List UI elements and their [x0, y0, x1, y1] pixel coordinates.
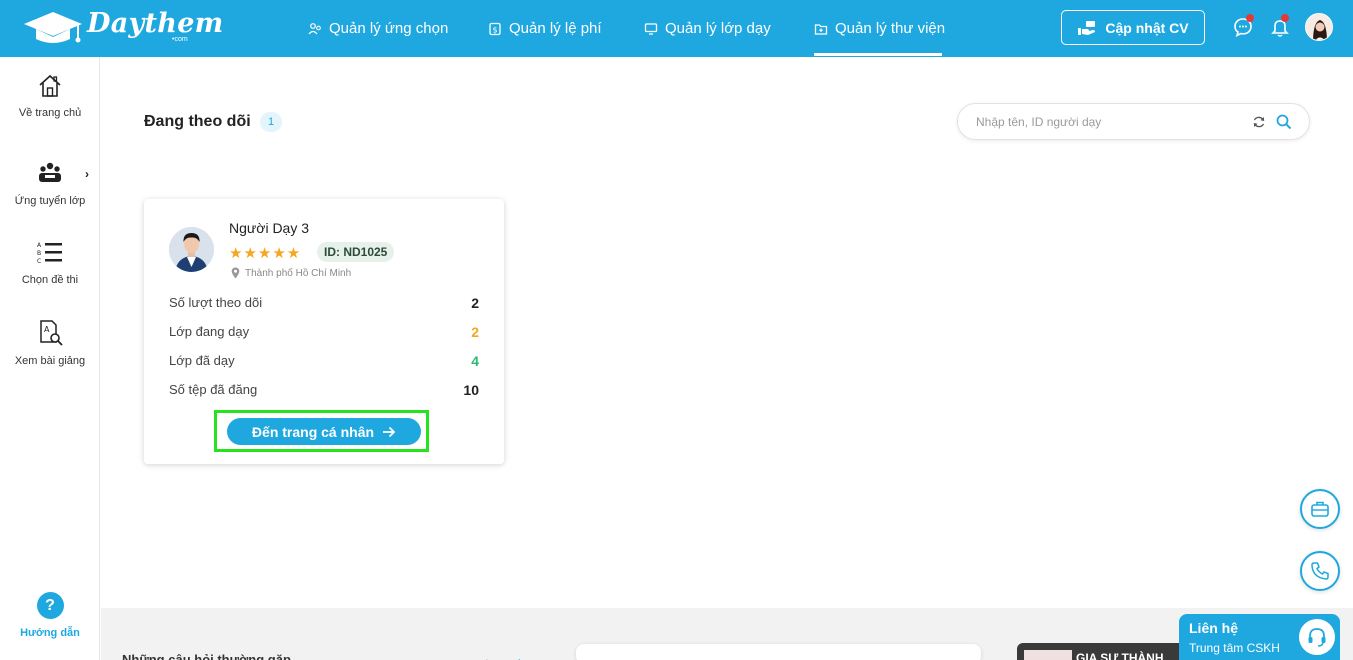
hand-money-icon	[1078, 20, 1096, 35]
stat-label: Lớp đang dạy	[169, 324, 250, 339]
nav-label: Quản lý lớp dạy	[665, 20, 771, 37]
nav-label: Quản lý ứng chọn	[329, 20, 449, 37]
teacher-card: Người Dạy 3 ★★★★★ ID: ND1025 Thành phố H…	[144, 199, 504, 464]
active-nav-indicator	[814, 53, 942, 56]
folder-icon	[814, 23, 828, 35]
stat-value: 10	[463, 382, 479, 398]
sidebar-item-label: Xem bài giảng	[14, 355, 86, 367]
nav-label: Quản lý lệ phí	[509, 20, 602, 37]
following-count-badge: 1	[260, 112, 282, 132]
home-icon	[39, 74, 61, 97]
sidebar-item-label: Ứng tuyển lớp	[14, 195, 86, 207]
teacher-photo	[169, 227, 214, 272]
faq-title: Những câu hỏi thường gặp	[122, 652, 291, 660]
phone-float-button[interactable]	[1300, 551, 1340, 591]
stat-row-current-classes: Lớp đang dạy 2	[169, 324, 479, 344]
sidebar-item-lessons[interactable]: A Xem bài giảng	[0, 319, 100, 367]
notification-dot	[1281, 14, 1289, 22]
stat-value: 2	[471, 324, 479, 340]
stat-label: Số lượt theo dõi	[169, 295, 263, 310]
nav-item-classes[interactable]: Quản lý lớp dạy	[644, 0, 771, 57]
stat-row-files: Số tệp đã đăng 10	[169, 382, 479, 402]
search-icon[interactable]	[1276, 114, 1292, 130]
chat-notification-dot	[1246, 14, 1254, 22]
sidebar-item-label: Chọn đề thi	[21, 274, 79, 286]
chevron-right-icon[interactable]: ›	[85, 167, 89, 181]
teacher-avatar[interactable]	[169, 227, 214, 272]
update-cv-label: Cập nhật CV	[1105, 19, 1189, 36]
search-bar	[957, 103, 1310, 140]
users-icon	[308, 22, 321, 34]
logo-subtext: •com	[172, 36, 188, 43]
sidebar: Về trang chủ Ứng tuyển lớp › ABC Chọn đề…	[0, 57, 100, 660]
stat-value: 2	[471, 295, 479, 311]
list-abc-icon: ABC	[37, 242, 62, 265]
sidebar-item-exam[interactable]: ABC Chọn đề thi	[0, 240, 100, 286]
top-header: Daythem •com Quản lý ứng chọn $ Quản lý …	[0, 0, 1353, 57]
nav-item-fees[interactable]: $ Quản lý lệ phí	[488, 0, 602, 57]
svg-text:$: $	[492, 25, 497, 34]
logo[interactable]: Daythem •com	[22, 8, 223, 48]
headset-button[interactable]	[1297, 617, 1337, 657]
sidebar-item-help[interactable]: ? Hướng dẫn	[0, 592, 100, 639]
location-pin-icon	[231, 267, 240, 279]
promo-thumbnail	[1024, 650, 1072, 660]
contact-widget[interactable]: Liên hệ Trung tâm CSKH	[1179, 614, 1340, 660]
svg-text:C: C	[37, 258, 41, 265]
help-icon: ?	[36, 592, 64, 619]
monitor-icon	[644, 22, 658, 35]
svg-text:A: A	[44, 325, 50, 334]
refresh-icon[interactable]	[1252, 115, 1266, 129]
briefcase-icon	[1311, 501, 1329, 517]
document-search-icon: A	[40, 320, 63, 346]
svg-text:A: A	[37, 242, 42, 249]
stat-value: 4	[471, 353, 479, 369]
pager-prev-button[interactable]: ‹	[484, 654, 488, 660]
group-icon	[39, 162, 61, 182]
graduation-cap-icon	[24, 12, 82, 43]
sidebar-item-label: Về trang chủ	[18, 107, 82, 119]
stat-row-past-classes: Lớp đã dạy 4	[169, 353, 479, 373]
location-text: Thành phố Hồ Chí Minh	[245, 267, 352, 279]
update-cv-button[interactable]: Cập nhật CV	[1061, 10, 1205, 45]
stat-row-followers: Số lượt theo dõi 2	[169, 295, 479, 315]
profile-button-label: Đến trang cá nhân	[251, 423, 375, 440]
nav-label: Quản lý thư viện	[835, 20, 946, 37]
contact-title: Liên hệ	[1189, 620, 1239, 636]
pager-next-button[interactable]: ›	[518, 654, 522, 660]
user-avatar-image	[1306, 14, 1332, 40]
headset-icon	[1308, 628, 1326, 647]
promo-text: GIA SƯ THÀNH	[1076, 651, 1164, 660]
stat-label: Số tệp đã đăng	[169, 382, 258, 397]
svg-text:B: B	[37, 250, 41, 257]
logo-text: Daythem	[87, 8, 224, 39]
nav-item-library[interactable]: Quản lý thư viện	[814, 0, 945, 57]
faq-card	[576, 644, 981, 660]
go-to-profile-button[interactable]: Đến trang cá nhân	[227, 418, 421, 445]
user-avatar[interactable]	[1305, 13, 1333, 41]
stat-label: Lớp đã dạy	[169, 353, 235, 368]
fee-icon: $	[489, 22, 501, 35]
page-title: Đang theo dõi	[144, 113, 251, 130]
search-input[interactable]	[976, 113, 1246, 131]
teacher-location: Thành phố Hồ Chí Minh	[231, 267, 351, 279]
teacher-name[interactable]: Người Dạy 3	[229, 220, 309, 236]
phone-icon	[1311, 562, 1329, 580]
briefcase-float-button[interactable]	[1300, 489, 1340, 529]
nav-item-applications[interactable]: Quản lý ứng chọn	[308, 0, 448, 57]
rating-stars: ★★★★★	[229, 245, 302, 262]
teacher-id-badge: ID: ND1025	[317, 242, 395, 262]
sidebar-item-home[interactable]: Về trang chủ	[0, 73, 100, 119]
help-label: Hướng dẫn	[20, 627, 80, 639]
contact-subtitle: Trung tâm CSKH	[1189, 641, 1280, 655]
arrow-right-icon	[383, 426, 396, 437]
